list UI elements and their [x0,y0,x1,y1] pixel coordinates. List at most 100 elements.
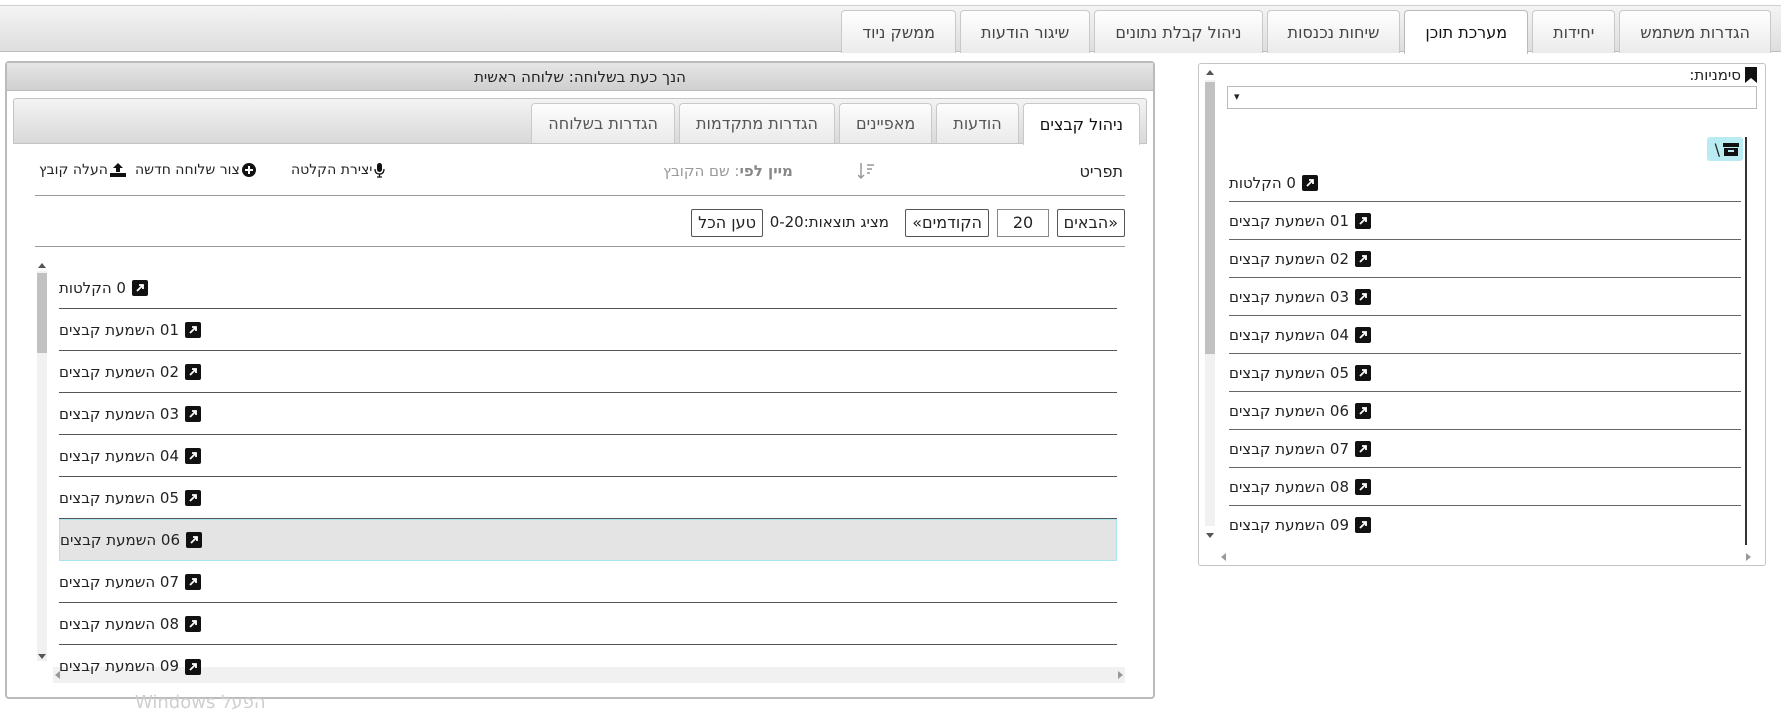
tree-item-label: 09 השמעת קבצים [1229,516,1350,534]
shortcut-icon [1355,212,1372,229]
pager: «הבאים 20 הקודמים» מציג תוצאות:0-20 טען … [35,203,1125,247]
file-row-label: 02 השמעת קבצים [59,362,180,381]
bookmarks-label-text: סימניות: [1689,66,1741,84]
file-list-area: 0 הקלטות 01 השמעת קבצים 02 השמעת קבצים 0… [35,257,1125,683]
scroll-down-icon[interactable] [1206,533,1214,538]
create-recording-label: יצירת הקלטה [291,162,373,178]
file-row[interactable]: 02 השמעת קבצים [59,351,1117,393]
file-row[interactable]: 07 השמעת קבצים [59,561,1117,603]
scroll-thumb[interactable] [1205,82,1215,354]
tab-user-settings[interactable]: הגדרות משתמש [1619,10,1771,53]
shortcut-icon [185,615,202,632]
tree-item-label: 04 השמעת קבצים [1229,325,1350,344]
upload-file-button[interactable]: העלה קובץ [39,162,126,178]
upload-icon [109,163,126,177]
tab-porting-interface[interactable]: ממשק ניוד [841,10,956,53]
tree-item[interactable]: 02 השמעת קבצים [1229,240,1741,278]
tree-item[interactable]: 07 השמעת קבצים [1229,430,1741,468]
shortcut-icon [1355,326,1372,343]
tab-extension-settings[interactable]: הגדרות בשלוחה [531,103,675,143]
tree-item[interactable]: 03 השמעת קבצים [1229,278,1741,316]
scroll-down-icon[interactable] [38,654,46,659]
shortcut-icon [1355,250,1372,267]
tab-units[interactable]: יחידות [1532,10,1616,53]
shortcut-icon [185,363,202,380]
tree-item[interactable]: 06 השמעת קבצים [1229,392,1741,430]
tree-list: 0 הקלטות 01 השמעת קבצים 02 השמעת קבצים 0… [1229,164,1741,544]
file-row[interactable]: 08 השמעת קבצים [59,603,1117,645]
shortcut-icon [185,447,202,464]
menu-label[interactable]: תפריט [1080,162,1124,181]
tree-item-label: 02 השמעת קבצים [1229,249,1350,268]
file-row-label: 09 השמעת קבצים [59,657,180,675]
tab-file-management[interactable]: ניהול קבצים [1022,103,1140,145]
top-tab-bar: הגדרות משתמש יחידות מערכת תוכן שיחות נכנ… [0,5,1781,54]
scroll-right-icon[interactable] [1746,553,1751,561]
prev-page-button[interactable]: הקודמים» [905,209,989,237]
sort-by-value: : שם הקובץ [663,162,740,180]
archive-icon [1723,142,1739,156]
microphone-icon [374,162,386,178]
page-size-input[interactable]: 20 [997,209,1049,237]
scroll-thumb[interactable] [37,273,47,353]
tree-item[interactable]: 01 השמעת קבצים [1229,202,1741,240]
file-row[interactable]: 09 השמעת קבצים [59,645,1117,675]
shortcut-icon [1355,402,1372,419]
shortcut-icon [185,573,202,590]
sort-by[interactable]: מיין לפי: שם הקובץ [663,162,793,180]
tree-vertical-scrollbar[interactable] [1203,64,1217,542]
shortcut-icon [1301,174,1318,191]
create-recording-button[interactable]: יצירת הקלטה [291,162,386,178]
tab-incoming-calls[interactable]: שיחות נכנסות [1266,10,1401,53]
file-row[interactable]: 04 השמעת קבצים [59,435,1117,477]
tree-item-label: 06 השמעת קבצים [1229,401,1350,420]
file-row[interactable]: 03 השמעת קבצים [59,393,1117,435]
file-row-label: 08 השמעת קבצים [59,614,180,633]
tab-properties[interactable]: מאפיינים [838,103,933,143]
scroll-up-icon[interactable] [38,263,46,268]
file-row[interactable]: 0 הקלטות [59,267,1117,309]
tree-item[interactable]: 09 השמעת קבצים [1229,506,1741,544]
plus-circle-icon [241,163,256,177]
tree-item-label: 08 השמעת קבצים [1229,477,1350,496]
tree-horizontal-scrollbar[interactable] [1219,549,1753,563]
main-panel: הנך כעת בשלוחה: שלוחה ראשית ניהול קבצים … [5,61,1155,699]
bookmarks-select[interactable]: ▾ [1227,86,1757,109]
new-extension-label: צור שלוחה חדשה [135,162,240,178]
tab-message-dispatch[interactable]: שיגור הודעות [959,10,1091,53]
tree-item[interactable]: 04 השמעת קבצים [1229,316,1741,354]
load-all-button[interactable]: טען הכל [691,209,763,237]
tab-data-receipt[interactable]: ניהול קבלת נתונים [1094,10,1263,53]
scroll-up-icon[interactable] [1206,70,1214,75]
shortcut-icon [131,279,148,296]
file-row-selected[interactable]: 06 השמעת קבצים [59,519,1117,561]
file-row-label: 04 השמעת קבצים [59,446,180,465]
tree-item-label: 0 הקלטות [1229,173,1296,192]
tab-content-system[interactable]: מערכת תוכן [1404,10,1529,54]
tree-root-node[interactable]: \ [1707,137,1743,161]
scroll-left-icon[interactable] [1221,553,1226,561]
file-row-label: 03 השמעת קבצים [59,404,180,423]
shortcut-icon [1355,517,1372,533]
sort-icon[interactable] [858,162,874,180]
file-row[interactable]: 05 השמעת קבצים [59,477,1117,519]
tab-advanced-settings[interactable]: הגדרות מתקדמות [679,103,835,143]
tree-item[interactable]: 0 הקלטות [1229,164,1741,202]
file-row-label: 0 הקלטות [59,278,126,297]
tab-messages[interactable]: הודעות [936,103,1019,143]
tree-item[interactable]: 08 השמעת קבצים [1229,468,1741,506]
shortcut-icon [1355,288,1372,305]
next-page-button[interactable]: «הבאים [1056,209,1125,237]
file-row-label: 05 השמעת קבצים [59,488,180,507]
new-extension-button[interactable]: צור שלוחה חדשה [135,162,256,178]
upload-file-label: העלה קובץ [39,162,108,178]
scroll-right-icon[interactable] [1118,671,1123,679]
bookmark-icon [1745,67,1757,83]
shortcut-icon [1355,440,1372,457]
shortcut-icon [185,321,202,338]
tree-panel: סימניות: ▾ \ 0 הקלטות 01 השמעת קבצים 02 … [1198,63,1766,566]
tree-item[interactable]: 05 השמעת קבצים [1229,354,1741,392]
file-list-vertical-scrollbar[interactable] [35,257,49,669]
file-row[interactable]: 01 השמעת קבצים [59,309,1117,351]
tree-root-label: \ [1714,139,1720,159]
